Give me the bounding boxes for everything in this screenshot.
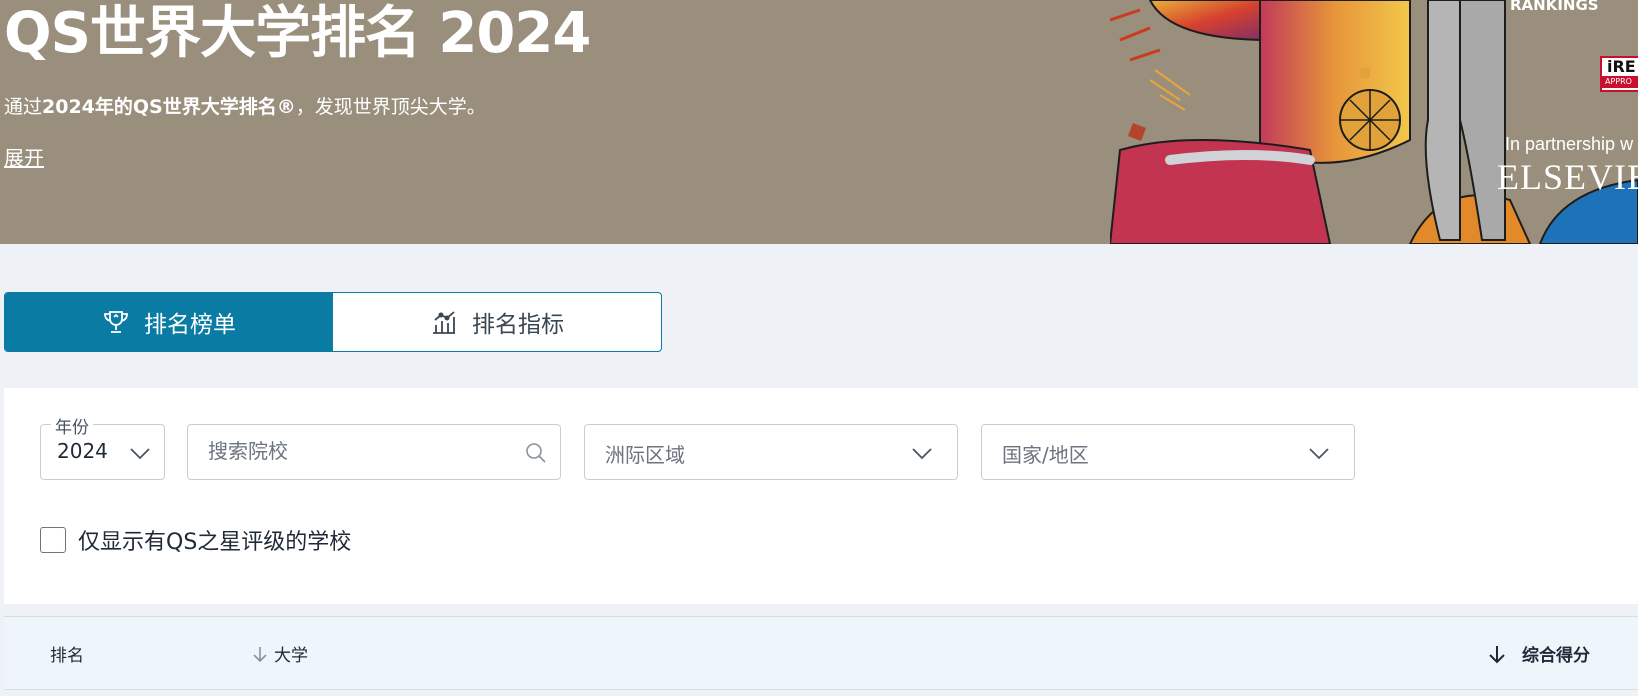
stars-checkbox[interactable] [40, 527, 66, 553]
year-select[interactable]: 年份 2024 [40, 413, 165, 480]
tab-indicators-label: 排名指标 [472, 312, 564, 338]
partner-logo: ELSEVIE [1497, 157, 1638, 197]
partnership-text: In partnership w [1505, 134, 1634, 154]
bar-chart-icon [433, 311, 455, 334]
column-rank-label: 排名 [50, 646, 84, 666]
tab-indicators[interactable]: 排名指标 [333, 293, 661, 351]
ireg-badge-subtext: APPRO [1602, 76, 1638, 88]
year-label: 年份 [51, 413, 93, 438]
search-input[interactable] [208, 439, 508, 463]
sort-arrow-icon [253, 646, 267, 662]
year-value: 2024 [57, 439, 108, 463]
hero-subtitle-prefix: 通过 [4, 96, 43, 118]
ireg-badge-text: iRE [1607, 57, 1636, 76]
hero-subtitle: 通过2024年的QS世界大学排名®，发现世界顶尖大学。 [4, 92, 486, 119]
hero-subtitle-bold: 2024年的QS世界大学排名® [42, 96, 296, 118]
country-select[interactable]: 国家/地区 [981, 424, 1355, 480]
column-rank[interactable]: 排名 [50, 641, 84, 666]
column-university-label: 大学 [274, 646, 308, 666]
table-header: 排名 大学 综合得分 [4, 616, 1638, 690]
tab-rankings[interactable]: 排名榜单 [5, 293, 333, 351]
column-overall-score-label: 综合得分 [1522, 646, 1590, 666]
stars-checkbox-label[interactable]: 仅显示有QS之星评级的学校 [78, 524, 351, 556]
search-field [187, 424, 561, 480]
hero-subtitle-suffix: ，发现世界顶尖大学。 [295, 96, 486, 118]
column-overall-score[interactable]: 综合得分 [1488, 641, 1590, 666]
stars-filter: 仅显示有QS之星评级的学校 [40, 524, 351, 556]
sort-arrow-icon [1489, 645, 1505, 663]
region-placeholder: 洲际区域 [605, 443, 685, 467]
view-tabs: 排名榜单 排名指标 [4, 292, 662, 352]
chevron-down-icon [1309, 448, 1329, 460]
trophy-icon [104, 311, 128, 333]
rankings-badge: RANKINGS [1510, 0, 1599, 14]
page-title: QS世界大学排名 2024 [4, 1, 591, 66]
filter-panel: 年份 2024 洲际区域 国家/地区 仅显示有QS之星评级的学校 [4, 388, 1638, 604]
tab-rankings-label: 排名榜单 [144, 312, 236, 338]
region-select[interactable]: 洲际区域 [584, 424, 958, 480]
ireg-badge: iRE APPRO [1600, 56, 1638, 92]
hero-banner: QS世界大学排名 2024 通过2024年的QS世界大学排名®，发现世界顶尖大学… [0, 0, 1638, 244]
hero-illustration [1110, 0, 1638, 244]
column-university[interactable]: 大学 [252, 641, 308, 666]
expand-link[interactable]: 展开 [4, 142, 44, 171]
chevron-down-icon [912, 448, 932, 460]
search-icon[interactable] [524, 441, 548, 465]
chevron-down-icon [130, 448, 150, 460]
country-placeholder: 国家/地区 [1002, 443, 1089, 467]
